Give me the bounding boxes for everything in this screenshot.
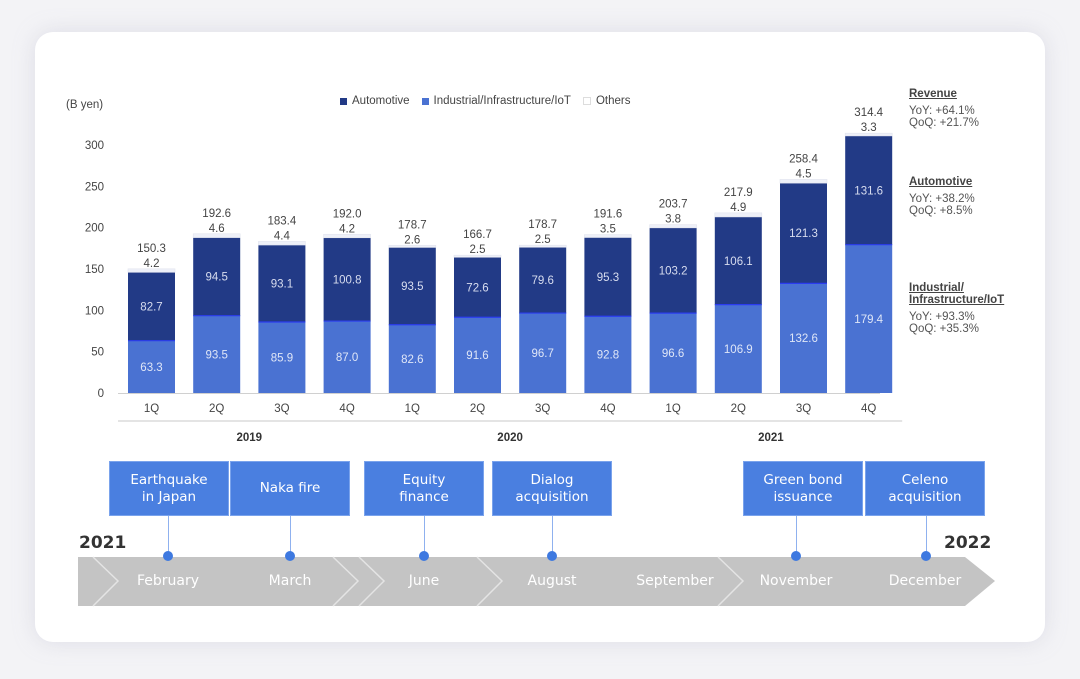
month-august: August bbox=[527, 573, 577, 589]
event-connector bbox=[926, 516, 927, 556]
event-celeno-acquisition: Celeno acquisition bbox=[865, 461, 985, 516]
event-line1: Equity bbox=[402, 471, 446, 488]
month-february: February bbox=[136, 573, 200, 589]
event-dot bbox=[547, 551, 557, 561]
timeline-end-year: 2022 bbox=[944, 533, 992, 553]
event-dot bbox=[163, 551, 173, 561]
event-dot bbox=[921, 551, 931, 561]
event-connector bbox=[290, 516, 291, 556]
event-line2: acquisition bbox=[888, 488, 962, 505]
month-november: November bbox=[759, 573, 833, 589]
event-line1: Dialog bbox=[530, 471, 574, 488]
event-earthquake: Earthquake in Japan bbox=[109, 461, 229, 516]
event-dialog-acquisition: Dialog acquisition bbox=[492, 461, 612, 516]
event-connector bbox=[552, 516, 553, 556]
event-dot bbox=[419, 551, 429, 561]
event-connector bbox=[424, 516, 425, 556]
month-december: December bbox=[888, 573, 962, 589]
event-dot bbox=[285, 551, 295, 561]
event-line2: acquisition bbox=[515, 488, 589, 505]
event-equity-finance: Equity finance bbox=[364, 461, 484, 516]
event-line1: Green bond bbox=[763, 471, 843, 488]
event-line2: issuance bbox=[773, 488, 833, 505]
month-june: June bbox=[408, 573, 440, 589]
timeline-start-year: 2021 bbox=[79, 533, 127, 553]
event-line1: Earthquake bbox=[130, 471, 208, 488]
event-connector bbox=[796, 516, 797, 556]
month-september: September bbox=[636, 573, 714, 589]
event-dot bbox=[791, 551, 801, 561]
event-line2: in Japan bbox=[141, 488, 197, 505]
event-green-bond: Green bond issuance bbox=[743, 461, 863, 516]
event-line1: Celeno bbox=[901, 471, 949, 488]
event-line1: Naka fire bbox=[259, 480, 321, 496]
event-line2: finance bbox=[399, 488, 449, 505]
event-naka-fire: Naka fire bbox=[230, 461, 350, 516]
event-connector bbox=[168, 516, 169, 556]
month-march: March bbox=[268, 573, 312, 589]
